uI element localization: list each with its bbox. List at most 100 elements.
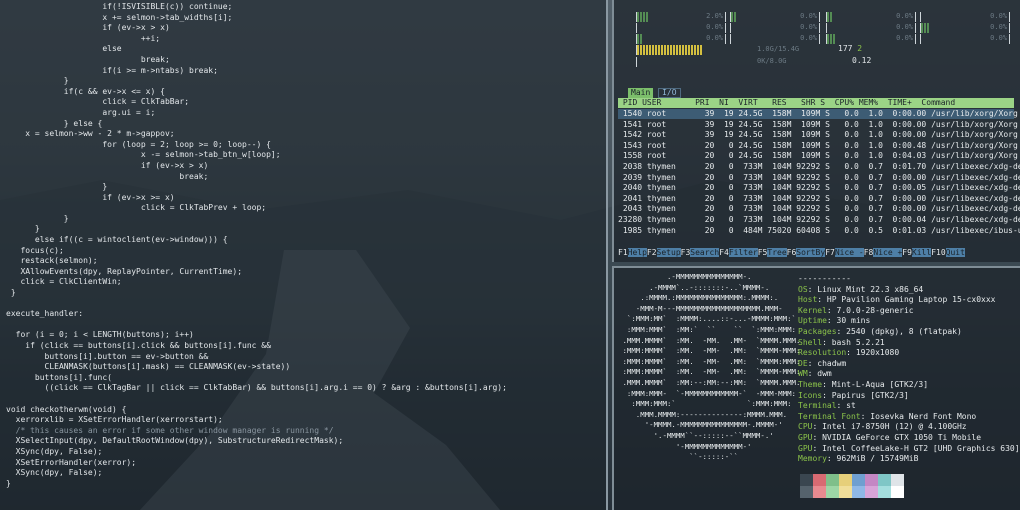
fkey-label[interactable]: Nice -	[834, 248, 864, 257]
fkey-f3[interactable]: F3	[681, 248, 691, 257]
fkey-f1[interactable]: F1	[618, 248, 628, 257]
ascii-line: .MMM.MMMM` :MM. -MM. .MM- `MMMM.MMM.	[618, 335, 801, 345]
info-key: Kernel	[798, 305, 827, 315]
ascii-line: -MMM-M---MMMMMMMMMMMMMMMMMMM.MMM-	[618, 303, 783, 313]
fkey-label[interactable]: Kill	[911, 248, 932, 257]
fkey-label[interactable]: Tree	[767, 248, 787, 257]
cpu-meter: 0.0%	[920, 23, 1010, 33]
code-line: if (ev->x > x)	[6, 160, 209, 170]
swap-meter: 0K/8.0G	[636, 57, 957, 67]
process-row[interactable]: 1543 root 20 0 24.5G 158M 109M S 0.0 1.0…	[618, 141, 1018, 152]
code-line: x = selmon->ww - 2 * m->gappov;	[6, 129, 175, 139]
info-value: Intel i7-8750H (12) @ 4.100GHz	[822, 422, 967, 432]
info-value: Papirus [GTK2/3]	[831, 390, 909, 400]
info-row: CPU: Intel i7-8750H (12) @ 4.100GHz	[798, 422, 967, 432]
process-row[interactable]: 1985 thymen 20 0 484M 75020 60408 S 0.0 …	[618, 226, 1020, 237]
fkey-label[interactable]: Filter	[728, 248, 758, 257]
tab-io[interactable]: I/O	[658, 88, 681, 98]
info-row: GPU: Intel CoffeeLake-H GT2 [UHD Graphic…	[798, 443, 1020, 453]
info-value: 30 mins	[836, 316, 871, 326]
fkey-label[interactable]: SortBy	[796, 248, 826, 257]
code-buffer[interactable]: if(!ISVISIBLE(c)) continue; x += selmon-…	[6, 2, 507, 489]
cpu-meter: 0.0%	[730, 23, 820, 33]
code-line: if (ev->x >= x)	[6, 192, 175, 202]
neofetch-window[interactable]: .-MMMMMMMMMMMMMMM-. .-MMMM`..-:::::::-..…	[612, 266, 1020, 510]
process-row[interactable]: 2041 thymen 20 0 733M 104M 92292 S 0.0 0…	[618, 194, 1020, 205]
code-line: buttons[i].func(	[6, 372, 112, 382]
code-line: XAllowEvents(dpy, ReplayPointer, Current…	[6, 266, 243, 276]
fkey-label[interactable]: Quit	[945, 248, 965, 257]
color-swatch	[852, 486, 865, 498]
process-row[interactable]: 2040 thymen 20 0 733M 104M 92292 S 0.0 0…	[618, 183, 1020, 194]
ascii-line: .MMM.MMMM` :MM:--:MM:--:MM: `MMMM.MMM.	[618, 377, 801, 387]
cpu-meter: 0.0%	[826, 34, 916, 44]
color-swatch	[800, 486, 813, 498]
color-swatch	[865, 486, 878, 498]
fkey-label[interactable]: Nice +	[873, 248, 903, 257]
process-row[interactable]: 2039 thymen 20 0 733M 104M 92292 S 0.0 0…	[618, 173, 1020, 184]
mem-meter-value: 1.0G/15.4G	[757, 45, 800, 53]
process-table-header[interactable]: PID USER PRI NI VIRT RES SHR S CPU% MEM%…	[618, 98, 1014, 108]
fkey-f7[interactable]: F7	[825, 248, 835, 257]
cpu-meter: 2.0%	[636, 12, 726, 22]
code-line: break;	[6, 171, 209, 181]
process-row[interactable]: 1540 root 39 19 24.5G 158M 109M S 0.0 1.…	[618, 109, 1018, 120]
fkey-f4[interactable]: F4	[719, 248, 729, 257]
process-row[interactable]: 1542 root 39 19 24.5G 158M 109M S 0.0 1.…	[618, 130, 1018, 141]
code-line: buttons[i].button == ev->button &&	[6, 351, 209, 361]
cpu-meter: 0.0%	[826, 12, 916, 22]
info-row: Packages: 2540 (dpkg), 8 (flatpak)	[798, 326, 962, 336]
tab-main[interactable]: Main	[628, 88, 654, 98]
fkey-f6[interactable]: F6	[787, 248, 797, 257]
info-row: Shell: bash 5.2.21	[798, 337, 885, 347]
process-row[interactable]: 23280 thymen 20 0 733M 104M 92292 S 0.0 …	[618, 215, 1020, 226]
ascii-line: :MMM:MMMM` :MM. -MM- .MM: `MMMM-MMM:	[618, 367, 801, 377]
info-key: OS	[798, 284, 808, 294]
info-value: 962MiB / 15749MiB	[836, 454, 919, 464]
fkey-f10[interactable]: F10	[931, 248, 945, 257]
color-swatch	[891, 474, 904, 486]
info-key: Terminal Font	[798, 411, 861, 421]
fkey-label[interactable]: Setup	[656, 248, 681, 257]
code-line: CLEANMASK(buttons[i].mask) == CLEANMASK(…	[6, 362, 291, 372]
info-key: Resolution	[798, 348, 847, 358]
process-list[interactable]: 1540 root 39 19 24.5G 158M 109M S 0.0 1.…	[618, 109, 1020, 237]
editor-window[interactable]: if(!ISVISIBLE(c)) continue; x += selmon-…	[0, 0, 608, 510]
code-line: break;	[6, 54, 170, 64]
cpu-meter-fill	[731, 12, 737, 22]
cpu-meter-value: 0.0%	[706, 23, 723, 31]
info-row: WM: dwm	[798, 369, 832, 379]
fkey-f9[interactable]: F9	[902, 248, 912, 257]
info-key: Packages	[798, 326, 837, 336]
ascii-line: ``-:::::-``	[618, 452, 739, 462]
cpu-meter-value: 0.0%	[990, 12, 1007, 20]
code-line: if(!ISVISIBLE(c)) continue;	[6, 2, 233, 11]
ascii-line: '.-MMMM``--:::::--``MMMM-.'	[618, 430, 774, 440]
cpu-meter-value: 2.0%	[706, 12, 723, 20]
fkey-label[interactable]: Search	[690, 248, 720, 257]
cpu-meter-value: 0.0%	[990, 34, 1007, 42]
info-key: Icons	[798, 390, 823, 400]
process-row[interactable]: 1558 root 20 0 24.5G 158M 109M S 0.0 1.0…	[618, 151, 1018, 162]
cpu-meter-fill	[827, 12, 833, 22]
color-swatch	[839, 486, 852, 498]
fkey-label[interactable]: Help	[627, 248, 647, 257]
color-swatch	[813, 486, 826, 498]
fkey-f5[interactable]: F5	[758, 248, 768, 257]
code-line: xerrorxlib = XSetErrorHandler(xerrorstar…	[6, 415, 223, 425]
process-row[interactable]: 1541 root 39 19 24.5G 158M 109M S 0.0 1.…	[618, 120, 1018, 131]
cpu-meter-value: 0.0%	[800, 12, 817, 20]
htop-window[interactable]: 2.0% 0.0% 0.0% 0.0% 0.0% 0.0% 0.0% 0.0% 0.0% 0.0%…	[612, 0, 1020, 262]
info-row: Host: HP Pavilion Gaming Laptop 15-cx0xx…	[798, 295, 996, 305]
fkey-f2[interactable]: F2	[647, 248, 657, 257]
tasks-count: 177 2	[838, 44, 862, 53]
process-row[interactable]: 2043 thymen 20 0 733M 104M 92292 S 0.0 0…	[618, 204, 1020, 215]
info-key: GPU	[798, 443, 813, 453]
cpu-meter: 0.0%	[826, 23, 916, 33]
info-rule: -----------	[798, 274, 851, 283]
fkey-f8[interactable]: F8	[864, 248, 874, 257]
info-key: DE	[798, 358, 808, 368]
process-row[interactable]: 2038 thymen 20 0 733M 104M 92292 S 0.0 0…	[618, 162, 1020, 173]
color-swatch	[878, 486, 891, 498]
